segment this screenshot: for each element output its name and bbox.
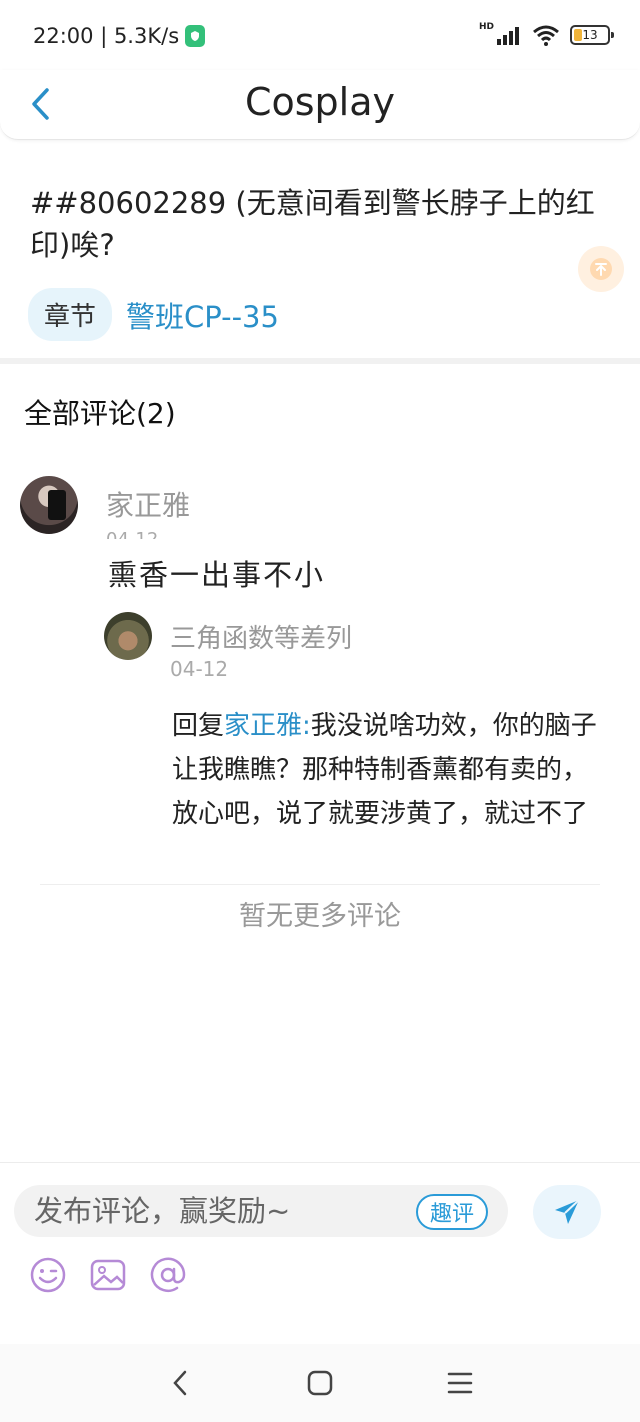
quping-button[interactable]: 趣评 — [416, 1194, 488, 1230]
status-right: HD 13 — [478, 22, 614, 46]
comment-date: 04-12 — [106, 527, 158, 539]
pin-top-icon — [590, 258, 612, 280]
comment-body: 熏香一出事不小 — [108, 558, 326, 592]
composer-tools — [28, 1255, 188, 1295]
system-nav-bar — [0, 1344, 640, 1422]
list-divider — [40, 884, 600, 885]
battery-level: 13 — [582, 28, 598, 42]
nav-menu-icon — [447, 1372, 473, 1394]
emoji-icon — [30, 1257, 66, 1293]
emoji-button[interactable] — [28, 1255, 68, 1295]
send-button[interactable] — [533, 1185, 601, 1239]
reply-target[interactable]: 家正雅: — [224, 711, 311, 741]
nav-back-icon — [173, 1370, 187, 1396]
nav-menu-button[interactable] — [440, 1363, 480, 1403]
chapter-link[interactable]: 警班CP--35 — [126, 294, 279, 336]
signal-icon — [497, 27, 519, 45]
status-time-speed: 22:00 | 5.3K/s — [33, 24, 180, 48]
comment-input[interactable] — [34, 1185, 414, 1237]
reply-prefix: 回复 — [172, 711, 225, 741]
status-bar: 22:00 | 5.3K/s HD 13 — [0, 0, 640, 70]
mention-button[interactable] — [148, 1255, 188, 1295]
at-icon — [150, 1257, 186, 1293]
reply-author[interactable]: 三角函数等差列 — [170, 618, 352, 655]
wifi-icon — [533, 25, 559, 46]
chapter-chip: 章节 — [28, 288, 113, 341]
comments-header: 全部评论(2) — [24, 397, 176, 430]
no-more-comments: 暂无更多评论 — [239, 901, 401, 932]
image-button[interactable] — [88, 1255, 128, 1295]
image-icon — [90, 1259, 126, 1291]
app-bar: Cosplay — [0, 70, 640, 140]
comment-composer: 趣评 — [0, 1162, 640, 1344]
section-divider — [0, 358, 640, 364]
nav-home-icon — [307, 1370, 333, 1396]
topic-text: ##80602289 (无意间看到警长脖子上的红印)唉? — [30, 186, 595, 262]
comment-input-box: 趣评 — [14, 1185, 508, 1237]
scroll-top-button[interactable] — [578, 246, 624, 292]
chapter-row: 章节 警班CP--35 — [28, 288, 279, 341]
reply-avatar[interactable] — [104, 612, 152, 660]
send-icon — [555, 1199, 580, 1224]
nav-back-button[interactable] — [160, 1363, 200, 1403]
page-title: Cosplay — [244, 80, 396, 124]
nav-home-button[interactable] — [300, 1363, 340, 1403]
hd-label: HD — [478, 22, 494, 32]
shield-icon — [185, 25, 206, 47]
status-left: 22:00 | 5.3K/s — [33, 24, 206, 48]
battery-icon: 13 — [570, 25, 614, 45]
comment-author[interactable]: 家正雅 — [106, 484, 190, 524]
reply-body: 回复家正雅:我没说啥功效，你的脑子让我瞧瞧？那种特制香薰都有卖的，放心吧，说了就… — [172, 704, 612, 836]
avatar[interactable] — [20, 476, 78, 534]
reply-date: 04-12 — [170, 657, 229, 681]
